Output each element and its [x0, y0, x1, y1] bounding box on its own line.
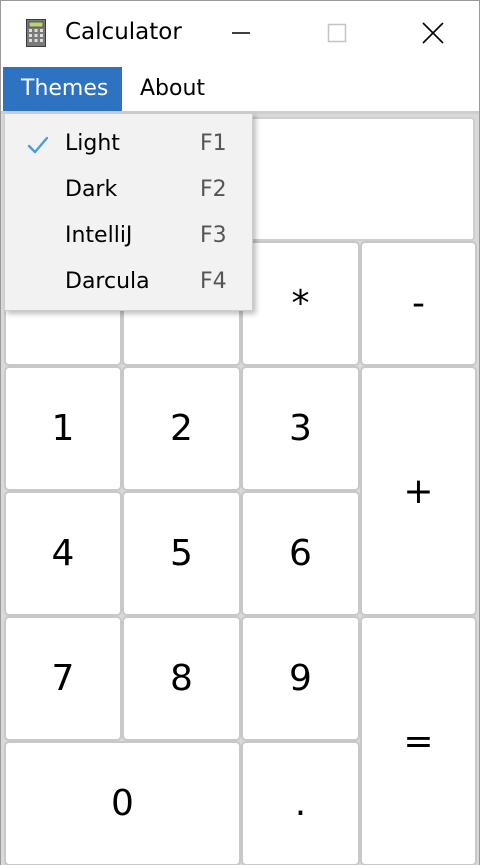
key-multiply[interactable]: * [241, 241, 360, 366]
calculator-icon [26, 19, 46, 47]
key-plus[interactable]: + [360, 366, 477, 616]
theme-option-dark[interactable]: Dark F2 [5, 168, 252, 214]
shortcut-label: F3 [200, 223, 227, 248]
menu-bar: Themes About [1, 67, 479, 111]
key-4[interactable]: 4 [4, 491, 122, 616]
key-equals[interactable]: = [360, 616, 477, 865]
theme-option-label: Dark [65, 177, 118, 202]
shortcut-label: F2 [200, 177, 227, 202]
themes-dropdown: Light F1 Dark F2 IntelliJ F3 Darcula F4 [4, 113, 253, 311]
theme-option-label: Darcula [65, 269, 150, 294]
key-decimal[interactable]: . [241, 741, 360, 865]
title-bar[interactable]: Calculator [1, 1, 479, 67]
key-7[interactable]: 7 [4, 616, 122, 741]
key-6[interactable]: 6 [241, 491, 360, 616]
shortcut-label: F1 [200, 131, 227, 156]
theme-option-label: IntelliJ [65, 223, 133, 248]
key-2[interactable]: 2 [122, 366, 241, 491]
key-9[interactable]: 9 [241, 616, 360, 741]
theme-option-label: Light [65, 131, 120, 156]
key-3[interactable]: 3 [241, 366, 360, 491]
menu-themes[interactable]: Themes [3, 67, 122, 111]
minimize-icon [232, 32, 250, 34]
theme-option-intellij[interactable]: IntelliJ F3 [5, 214, 252, 260]
shortcut-label: F4 [200, 269, 227, 294]
close-button[interactable] [385, 1, 480, 65]
key-1[interactable]: 1 [4, 366, 122, 491]
close-icon [422, 22, 444, 44]
checkmark-icon [27, 136, 49, 154]
key-minus[interactable]: - [360, 241, 477, 366]
maximize-icon [327, 23, 347, 43]
window-title: Calculator [65, 19, 182, 45]
menu-about[interactable]: About [122, 67, 223, 111]
theme-option-darcula[interactable]: Darcula F4 [5, 260, 252, 306]
key-0[interactable]: 0 [4, 741, 241, 865]
theme-option-light[interactable]: Light F1 [5, 122, 252, 168]
maximize-button[interactable] [289, 1, 385, 65]
key-8[interactable]: 8 [122, 616, 241, 741]
key-5[interactable]: 5 [122, 491, 241, 616]
calculator-window: Calculator Themes About * - 1 2 3 + 4 5 … [0, 0, 480, 865]
minimize-button[interactable] [193, 1, 289, 65]
